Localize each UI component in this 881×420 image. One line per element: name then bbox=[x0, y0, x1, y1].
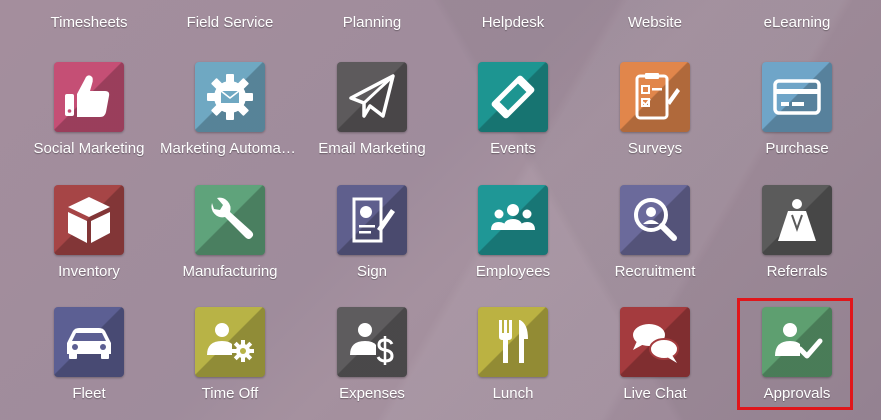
app-tile[interactable] bbox=[620, 185, 690, 255]
app-label: Marketing Automat… bbox=[160, 140, 300, 157]
app-label: Email Marketing bbox=[318, 140, 426, 157]
app-tile[interactable] bbox=[620, 62, 690, 132]
app-tile[interactable] bbox=[54, 307, 124, 377]
credit-card-icon bbox=[773, 79, 821, 115]
ticket-icon bbox=[491, 75, 535, 119]
app-label-elearning[interactable]: eLearning bbox=[727, 14, 867, 31]
signed-document-icon bbox=[352, 197, 395, 243]
gear-envelope-icon bbox=[207, 74, 253, 120]
app-tile[interactable] bbox=[620, 307, 690, 377]
app-label: Time Off bbox=[201, 385, 259, 402]
app-expenses[interactable]: Expenses bbox=[302, 307, 442, 417]
clipboard-check-icon bbox=[635, 73, 680, 120]
app-manufacturing[interactable]: Manufacturing bbox=[160, 185, 300, 295]
app-tile[interactable] bbox=[762, 62, 832, 132]
app-tile[interactable] bbox=[478, 307, 548, 377]
app-referrals[interactable]: Referrals bbox=[727, 185, 867, 295]
app-tile[interactable] bbox=[478, 185, 548, 255]
app-label: Lunch bbox=[492, 385, 534, 402]
app-live-chat[interactable]: Live Chat bbox=[585, 307, 725, 417]
app-label: Fleet bbox=[72, 385, 106, 402]
superhero-icon bbox=[778, 199, 816, 241]
app-recruitment[interactable]: Recruitment bbox=[585, 185, 725, 295]
app-time-off[interactable]: Time Off bbox=[160, 307, 300, 417]
car-icon bbox=[67, 328, 111, 359]
app-tile[interactable] bbox=[337, 185, 407, 255]
app-lunch[interactable]: Lunch bbox=[443, 307, 583, 417]
app-social-marketing[interactable]: Social Marketing bbox=[19, 62, 159, 172]
person-dollar-icon bbox=[350, 323, 394, 365]
people-group-icon bbox=[491, 204, 535, 230]
app-label: Events bbox=[490, 140, 536, 157]
app-surveys[interactable]: Surveys bbox=[585, 62, 725, 172]
app-tile[interactable] bbox=[195, 307, 265, 377]
app-label: Approvals bbox=[763, 385, 831, 402]
app-tile[interactable] bbox=[337, 307, 407, 377]
app-approvals[interactable]: Approvals bbox=[727, 307, 867, 417]
app-label-website[interactable]: Website bbox=[585, 14, 725, 31]
app-label: Live Chat bbox=[623, 385, 687, 402]
app-label-planning[interactable]: Planning bbox=[302, 14, 442, 31]
wrench-icon bbox=[211, 197, 254, 239]
person-gear-icon bbox=[207, 323, 254, 362]
app-label: Sign bbox=[356, 263, 388, 280]
app-fleet[interactable]: Fleet bbox=[19, 307, 159, 417]
app-label-field-service[interactable]: Field Service bbox=[160, 14, 300, 31]
app-employees[interactable]: Employees bbox=[443, 185, 583, 295]
app-inventory[interactable]: Inventory bbox=[19, 185, 159, 295]
fork-knife-icon bbox=[499, 320, 528, 363]
chat-bubbles-icon bbox=[633, 324, 679, 363]
app-label: Employees bbox=[475, 263, 551, 280]
box-icon bbox=[68, 197, 110, 243]
app-tile[interactable] bbox=[762, 185, 832, 255]
app-label: Surveys bbox=[627, 140, 683, 157]
app-events[interactable]: Events bbox=[443, 62, 583, 172]
app-label-timesheets[interactable]: Timesheets bbox=[19, 14, 159, 31]
app-email-marketing[interactable]: Email Marketing bbox=[302, 62, 442, 172]
app-sign[interactable]: Sign bbox=[302, 185, 442, 295]
app-tile[interactable] bbox=[195, 62, 265, 132]
app-tile[interactable] bbox=[478, 62, 548, 132]
paper-plane-icon bbox=[349, 74, 395, 118]
person-check-icon bbox=[775, 323, 823, 359]
magnifier-person-icon bbox=[634, 198, 677, 241]
app-label: Expenses bbox=[339, 385, 405, 402]
app-label: Recruitment bbox=[614, 263, 696, 280]
app-label: Inventory bbox=[58, 263, 120, 280]
app-tile[interactable] bbox=[54, 62, 124, 132]
app-label: Social Marketing bbox=[33, 140, 145, 157]
app-tile[interactable] bbox=[762, 307, 832, 377]
app-purchase[interactable]: Purchase bbox=[727, 62, 867, 172]
app-label: Manufacturing bbox=[182, 263, 278, 280]
app-tile[interactable] bbox=[337, 62, 407, 132]
app-label: Purchase bbox=[765, 140, 829, 157]
app-label-helpdesk[interactable]: Helpdesk bbox=[443, 14, 583, 31]
app-tile[interactable] bbox=[54, 185, 124, 255]
app-marketing-automation[interactable]: Marketing Automat… bbox=[160, 62, 300, 172]
thumbs-up-icon bbox=[65, 75, 110, 117]
app-label: Referrals bbox=[766, 263, 828, 280]
app-tile[interactable] bbox=[195, 185, 265, 255]
